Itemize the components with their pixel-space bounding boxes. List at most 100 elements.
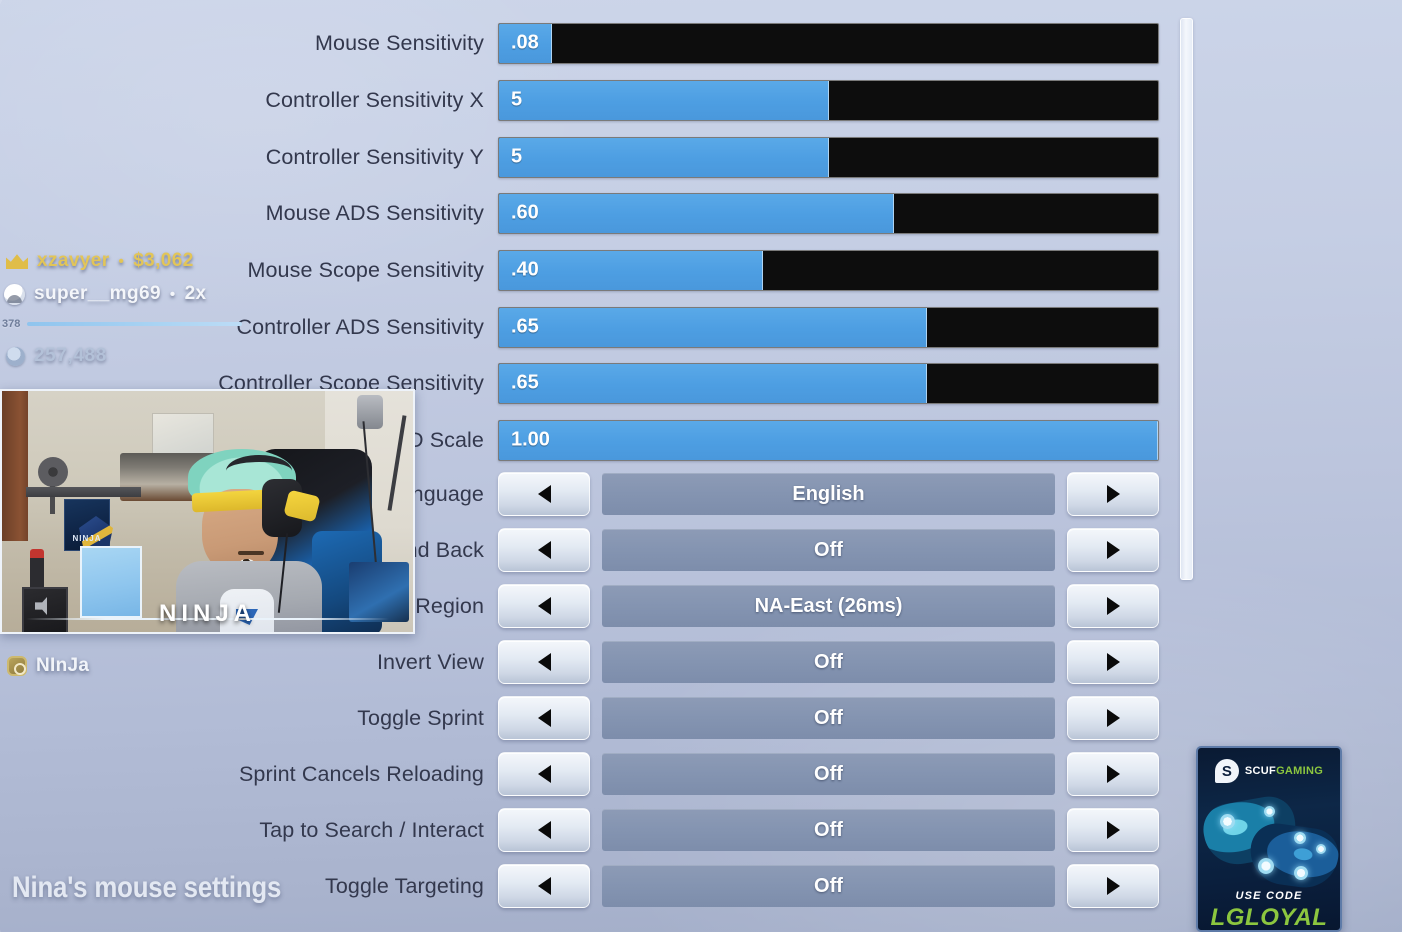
setting-label: Mouse ADS Sensitivity: [265, 200, 484, 225]
slider-fill: [499, 193, 895, 233]
setting-label: Sprint Cancels Reloading: [238, 761, 484, 786]
dropdown-value[interactable]: Off: [602, 697, 1055, 739]
alert-amount: $3,062: [133, 250, 194, 271]
monitor-text: NINJA: [72, 534, 102, 543]
chevron-left-icon[interactable]: [498, 584, 590, 628]
chevron-right-icon[interactable]: [1067, 528, 1159, 572]
chevron-right-icon[interactable]: [1067, 864, 1159, 908]
setting-row-invert-view: Invert View Off: [0, 639, 1192, 685]
ad-brand-part1: SCUF: [1244, 765, 1277, 777]
chevron-right-icon[interactable]: [1067, 696, 1159, 740]
slider-mouse-scope-sensitivity[interactable]: .40: [498, 249, 1159, 291]
chevron-right-icon[interactable]: [1067, 472, 1159, 516]
setting-row-controller-sensitivity-y: Controller Sensitivity Y 5: [0, 134, 1192, 180]
ad-controller-button: [1258, 858, 1274, 874]
setting-label: Controller Sensitivity Y: [265, 144, 484, 169]
setting-row-toggle-sprint: Toggle Sprint Off: [0, 695, 1192, 741]
dropdown-toggle-sprint: Off: [498, 696, 1159, 740]
slider-fill: [499, 307, 928, 347]
setting-row-controller-sensitivity-x: Controller Sensitivity X 5: [0, 77, 1192, 123]
ad-controller-button: [1264, 806, 1275, 817]
room-desk: [26, 487, 141, 497]
video-caption: Nina's mouse settings: [12, 871, 282, 904]
dropdown-value[interactable]: NA-East (26ms): [602, 585, 1055, 627]
dropdown-value[interactable]: Off: [602, 865, 1055, 907]
slider-controller-sensitivity-y[interactable]: 5: [498, 136, 1159, 178]
chevron-right-icon[interactable]: [1067, 584, 1159, 628]
dropdown-value[interactable]: Off: [602, 809, 1055, 851]
chevron-left-icon[interactable]: [498, 472, 590, 516]
slider-mouse-ads-sensitivity[interactable]: .60: [498, 192, 1159, 234]
ad-brand-part2: GAMING: [1276, 765, 1324, 777]
ad-controller-button: [1294, 866, 1308, 880]
social-handle[interactable]: NInJa: [7, 655, 89, 677]
subscriber-icon: [4, 283, 25, 305]
room-monitor: NINJA: [64, 499, 113, 556]
chevron-left-icon[interactable]: [498, 752, 590, 796]
setting-label: Mouse Sensitivity: [315, 30, 484, 55]
stream-alert-subscription: super__mg69 • 2x: [4, 283, 207, 305]
slider-fill: [499, 137, 829, 177]
dropdown-sprint-cancels-reloading: Off: [498, 752, 1159, 796]
vertical-scrollbar[interactable]: [1180, 18, 1193, 580]
alert-username: xzavyer: [37, 250, 110, 271]
chevron-right-icon[interactable]: [1067, 640, 1159, 684]
slider-hud-scale[interactable]: 1.00: [498, 419, 1159, 461]
crown-icon: [6, 253, 28, 269]
slider-value: 5: [511, 145, 523, 168]
webcam-logo-text: NINJA: [158, 600, 256, 627]
dropdown-value[interactable]: Off: [602, 529, 1055, 571]
slider-mouse-sensitivity[interactable]: .08: [498, 22, 1159, 64]
chevron-left-icon[interactable]: [498, 808, 590, 852]
chevron-right-icon[interactable]: [1067, 752, 1159, 796]
ad-controller-button: [1316, 844, 1326, 854]
scuf-logo-icon: S: [1214, 759, 1239, 783]
webcam-logo: NINJA: [2, 598, 413, 630]
scuf-gaming-ad[interactable]: S SCUFGAMING USE CODE LGLOYAL: [1196, 746, 1342, 932]
room-door: [2, 391, 28, 541]
chevron-left-icon[interactable]: [498, 696, 590, 740]
room-microphone: [357, 395, 383, 429]
dropdown-language: English: [498, 472, 1159, 516]
coin-icon: [6, 346, 25, 366]
dropdown-invert-view: Off: [498, 640, 1159, 684]
slider-value: .08: [511, 31, 539, 54]
progress-bar: [27, 322, 242, 326]
ad-use-code-label: USE CODE: [1235, 890, 1303, 902]
dropdown-tap-to-search-interact: Off: [498, 808, 1159, 852]
dropdown-value[interactable]: Off: [602, 641, 1055, 683]
slider-value: .40: [511, 258, 539, 281]
slider-fill: [499, 420, 1158, 460]
ad-controller-button: [1220, 814, 1235, 829]
setting-label: Toggle Sprint: [357, 705, 484, 730]
webcam-room-background: NINJA: [2, 391, 413, 632]
chevron-left-icon[interactable]: [498, 640, 590, 684]
room-bottle: [30, 549, 44, 589]
slider-value: 5: [511, 88, 523, 111]
setting-row-mouse-ads-sensitivity: Mouse ADS Sensitivity .60: [0, 190, 1192, 236]
chevron-left-icon[interactable]: [498, 528, 590, 572]
dropdown-value[interactable]: Off: [602, 753, 1055, 795]
dropdown-hold-to-sprint-and-back: Off: [498, 528, 1159, 572]
alert-amount: 2x: [184, 283, 207, 304]
slider-controller-sensitivity-x[interactable]: 5: [498, 79, 1159, 121]
chevron-right-icon[interactable]: [1067, 808, 1159, 852]
slider-controller-ads-sensitivity[interactable]: .65: [498, 306, 1159, 348]
slider-fill: [499, 363, 928, 403]
webcam-feed: NINJA NINJA: [0, 389, 415, 634]
setting-row-mouse-sensitivity: Mouse Sensitivity .08: [0, 20, 1192, 66]
dropdown-value[interactable]: English: [602, 473, 1055, 515]
ad-controller-2: [1246, 820, 1340, 892]
room-fan: [38, 457, 68, 487]
ad-controller-button: [1294, 832, 1306, 844]
slider-controller-scope-sensitivity[interactable]: .65: [498, 362, 1159, 404]
dropdown-matchmaking-region: NA-East (26ms): [498, 584, 1159, 628]
ad-code-value: LGLOYAL: [1210, 904, 1328, 931]
chevron-left-icon[interactable]: [498, 864, 590, 908]
alert-username: super__mg69: [34, 283, 161, 304]
sub-goal-progress: 378: [2, 318, 242, 330]
points-value: 257,488: [34, 345, 107, 366]
ad-header: S SCUFGAMING: [1198, 756, 1340, 786]
setting-label: Controller Sensitivity X: [265, 87, 484, 112]
slider-value: .60: [511, 201, 539, 224]
